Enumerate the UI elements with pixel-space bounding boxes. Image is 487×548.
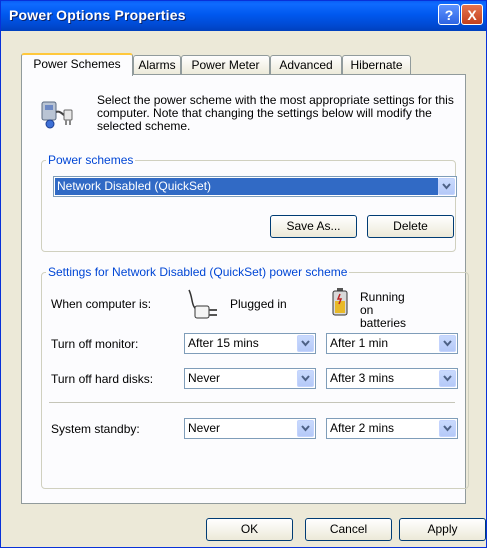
chevron-down-icon[interactable] <box>439 420 456 437</box>
divider <box>49 402 455 403</box>
monitor-plugged-value: After 15 mins <box>188 336 259 350</box>
power-scheme-select[interactable]: Network Disabled (QuickSet) <box>53 176 457 197</box>
close-button[interactable]: X <box>461 4 483 25</box>
monitor-plugged-select[interactable]: After 15 mins <box>184 333 316 354</box>
chevron-down-icon[interactable] <box>297 370 314 387</box>
turn-off-monitor-label: Turn off monitor: <box>51 337 139 351</box>
hard-disks-battery-select[interactable]: After 3 mins <box>326 368 458 389</box>
tab-alarms[interactable]: Alarms <box>133 55 181 75</box>
title-bar[interactable]: Power Options Properties ? X <box>1 1 486 31</box>
help-button[interactable]: ? <box>438 4 460 25</box>
standby-plugged-value: Never <box>188 421 221 435</box>
save-as-button[interactable]: Save As... <box>270 215 357 238</box>
chevron-down-icon[interactable] <box>439 335 456 352</box>
standby-battery-value: After 2 mins <box>330 421 395 435</box>
power-options-icon <box>38 96 76 130</box>
ok-button[interactable]: OK <box>206 518 293 541</box>
power-schemes-legend: Power schemes <box>48 153 134 167</box>
power-scheme-value: Network Disabled (QuickSet) <box>55 178 438 195</box>
battery-icon <box>331 287 349 317</box>
chevron-down-icon[interactable] <box>439 370 456 387</box>
hard-disks-plugged-select[interactable]: Never <box>184 368 316 389</box>
standby-battery-select[interactable]: After 2 mins <box>326 418 458 439</box>
hard-disks-plugged-value: Never <box>188 371 221 385</box>
window-title: Power Options Properties <box>9 7 186 23</box>
plugged-in-label: Plugged in <box>230 297 287 311</box>
monitor-battery-select[interactable]: After 1 min <box>326 333 458 354</box>
power-options-window: Power Options Properties ? X Power Schem… <box>0 0 487 548</box>
monitor-battery-value: After 1 min <box>330 336 389 350</box>
tab-power-schemes[interactable]: Power Schemes <box>21 53 133 76</box>
settings-legend: Settings for Network Disabled (QuickSet)… <box>48 265 348 279</box>
chevron-down-icon[interactable] <box>297 420 314 437</box>
delete-button[interactable]: Delete <box>367 215 454 238</box>
tab-power-meter[interactable]: Power Meter <box>181 55 270 75</box>
when-label: When computer is: <box>51 297 152 311</box>
chevron-down-icon[interactable] <box>438 178 455 195</box>
system-standby-label: System standby: <box>51 422 140 436</box>
batteries-label: Running on batteries <box>360 290 407 330</box>
apply-button[interactable]: Apply <box>399 518 486 541</box>
hard-disks-battery-value: After 3 mins <box>330 371 395 385</box>
tab-hibernate[interactable]: Hibernate <box>342 55 411 75</box>
intro-text: Select the power scheme with the most ap… <box>97 93 454 133</box>
turn-off-hard-disks-label: Turn off hard disks: <box>51 372 154 386</box>
tab-advanced[interactable]: Advanced <box>270 55 342 75</box>
plug-icon <box>187 288 225 324</box>
cancel-button[interactable]: Cancel <box>305 518 392 541</box>
standby-plugged-select[interactable]: Never <box>184 418 316 439</box>
chevron-down-icon[interactable] <box>297 335 314 352</box>
